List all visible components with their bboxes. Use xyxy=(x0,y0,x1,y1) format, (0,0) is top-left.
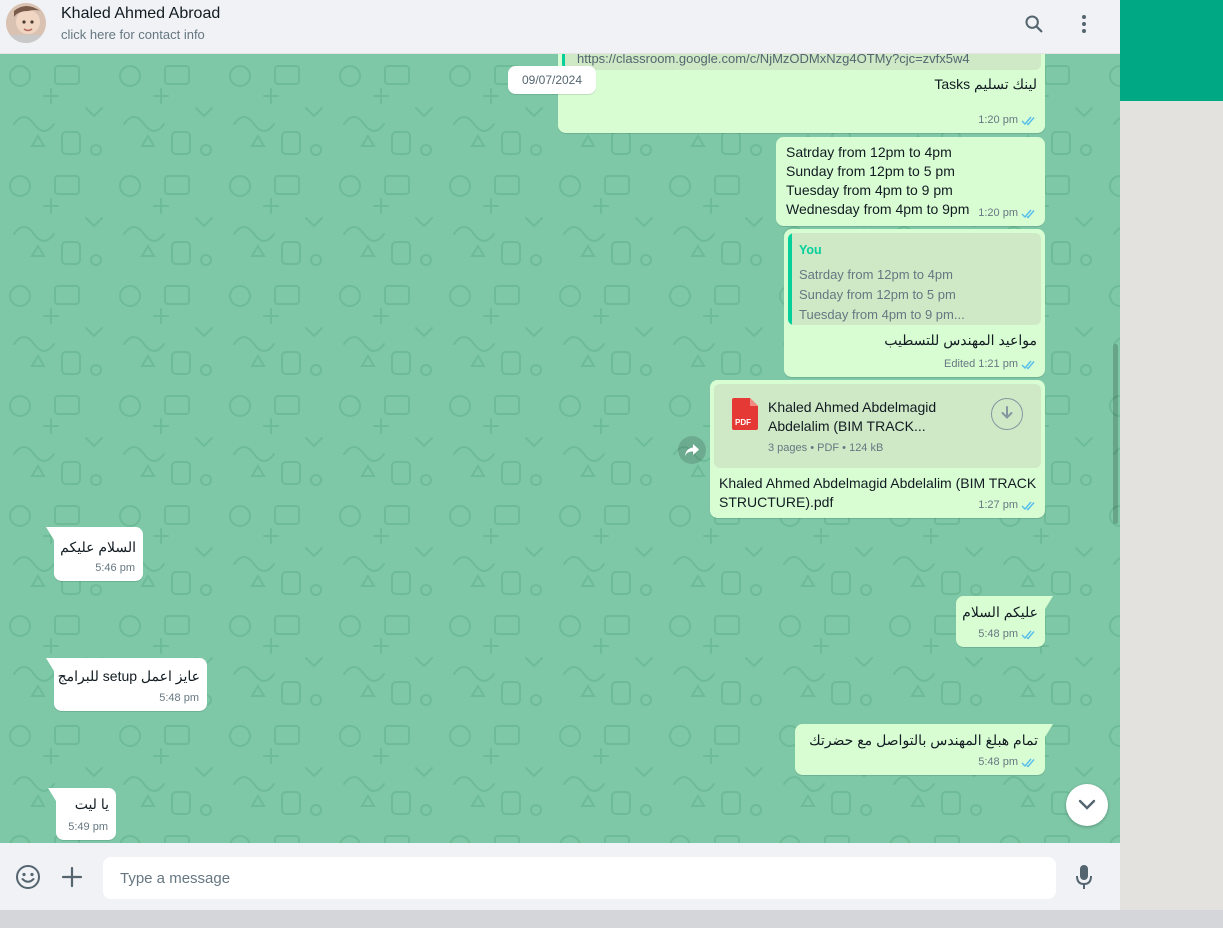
quote-line: Satrday from 12pm to 4pm xyxy=(799,267,953,282)
message-time: 5:46 pm xyxy=(95,562,135,574)
message-input[interactable] xyxy=(103,857,1056,899)
scrollbar-thumb[interactable] xyxy=(1113,344,1118,524)
read-ticks-icon xyxy=(1021,758,1035,768)
date-chip: 09/07/2024 xyxy=(508,66,596,94)
quote-bar xyxy=(788,233,792,325)
document-title: Khaled Ahmed Abdelmagid Abdelalim (BIM T… xyxy=(768,398,978,436)
message-time: 1:21 pm xyxy=(978,358,1018,370)
edited-label: Edited xyxy=(944,358,976,370)
message-meta: 5:48 pm xyxy=(978,753,1037,772)
message-text: السلام عليكم xyxy=(60,539,136,555)
message-bubble-outgoing[interactable]: You Satrday from 12pm to 4pm Sunday from… xyxy=(784,229,1045,377)
message-link[interactable]: https://classroom.google.com/c/NjMzODMxN… xyxy=(577,54,970,68)
message-line: Wednesday from 4pm to 9pm xyxy=(786,201,970,217)
scroll-down-button[interactable] xyxy=(1066,784,1108,826)
pdf-label: PDF xyxy=(735,418,751,427)
message-line: Sunday from 12pm to 5 pm xyxy=(786,163,955,179)
message-time: 1:20 pm xyxy=(978,114,1018,126)
search-icon[interactable] xyxy=(1021,11,1047,37)
message-bubble-outgoing[interactable]: Satrday from 12pm to 4pm Sunday from 12p… xyxy=(776,137,1045,226)
bubble-tail xyxy=(1045,724,1053,737)
document-card[interactable]: PDF Khaled Ahmed Abdelmagid Abdelalim (B… xyxy=(714,384,1041,468)
chat-header[interactable]: Khaled Ahmed Abroad click here for conta… xyxy=(0,0,1120,54)
message-text: لينك تسليم Tasks xyxy=(934,76,1037,92)
plus-icon[interactable] xyxy=(58,863,86,891)
document-info: 3 pages • PDF • 124 kB xyxy=(768,442,884,454)
accent-banner xyxy=(1120,0,1223,101)
read-ticks-icon xyxy=(1021,630,1035,640)
message-bubble-incoming[interactable]: عايز اعمل setup للبرامج 5:48 pm xyxy=(46,658,207,711)
contact-info-link[interactable]: click here for contact info xyxy=(61,27,205,42)
message-text: يا ليت xyxy=(74,796,109,812)
message-bubble-incoming[interactable]: يا ليت 5:49 pm xyxy=(48,788,116,840)
message-text: عايز اعمل setup للبرامج xyxy=(57,668,200,684)
menu-icon[interactable] xyxy=(1071,11,1097,37)
message-bubble-outgoing[interactable]: عليكم السلام 5:48 pm xyxy=(956,596,1053,647)
message-time: 5:49 pm xyxy=(68,821,108,833)
message-text: Satrday from 12pm to 4pm Sunday from 12p… xyxy=(786,143,969,219)
message-meta: 5:48 pm xyxy=(159,689,199,708)
message-line: Tuesday from 4pm to 9 pm xyxy=(786,182,953,198)
message-meta: 5:46 pm xyxy=(95,559,135,578)
read-ticks-icon xyxy=(1021,360,1035,370)
message-bubble-incoming[interactable]: السلام عليكم 5:46 pm xyxy=(46,527,143,581)
document-title-line: Abdelalim (BIM TRACK... xyxy=(768,418,926,434)
message-meta: 5:49 pm xyxy=(68,818,108,837)
composer-bar xyxy=(0,843,1120,910)
emoji-icon[interactable] xyxy=(14,863,42,891)
quote-line: Tuesday from 4pm to 9 pm... xyxy=(799,307,965,322)
message-time: 5:48 pm xyxy=(159,692,199,704)
download-icon[interactable] xyxy=(991,398,1023,430)
bubble-tail xyxy=(46,527,54,540)
contact-name[interactable]: Khaled Ahmed Abroad xyxy=(61,5,220,23)
message-meta: Edited 1:21 pm xyxy=(944,355,1037,374)
bubble-tail xyxy=(46,658,54,671)
quoted-message[interactable]: You Satrday from 12pm to 4pm Sunday from… xyxy=(788,233,1041,325)
message-time: 1:20 pm xyxy=(978,207,1018,219)
message-bubble-outgoing[interactable]: تمام هبلغ المهندس بالتواصل مع حضرتك 5:48… xyxy=(795,724,1053,775)
link-preview[interactable]: https://classroom.google.com/c/NjMzODMxN… xyxy=(562,54,1041,70)
message-meta: 1:27 pm xyxy=(978,496,1037,515)
read-ticks-icon xyxy=(1021,501,1035,511)
bubble-tail xyxy=(1045,596,1053,609)
message-bubble-outgoing[interactable]: PDF Khaled Ahmed Abdelmagid Abdelalim (B… xyxy=(710,380,1045,518)
message-time: 1:27 pm xyxy=(978,499,1018,511)
quote-line: Sunday from 12pm to 5 pm xyxy=(799,287,956,302)
message-text: عليكم السلام xyxy=(962,604,1038,620)
read-ticks-icon xyxy=(1021,209,1035,219)
microphone-icon[interactable] xyxy=(1070,863,1098,891)
message-bubble-outgoing[interactable]: https://classroom.google.com/c/NjMzODMxN… xyxy=(558,54,1045,133)
bubble-tail xyxy=(48,788,56,801)
message-time: 5:48 pm xyxy=(978,628,1018,640)
message-text: تمام هبلغ المهندس بالتواصل مع حضرتك xyxy=(809,732,1038,748)
message-meta: 1:20 pm xyxy=(978,204,1037,223)
avatar[interactable] xyxy=(6,3,46,43)
side-panel-background xyxy=(1120,0,1223,928)
read-ticks-icon xyxy=(1021,116,1035,126)
message-line: Satrday from 12pm to 4pm xyxy=(786,144,952,160)
chevron-down-icon xyxy=(1078,799,1096,810)
chat-panel[interactable]: https://classroom.google.com/c/NjMzODMxN… xyxy=(0,54,1120,843)
whatsapp-window: Khaled Ahmed Abroad click here for conta… xyxy=(0,0,1120,910)
forward-icon[interactable] xyxy=(678,436,706,464)
message-meta: 5:48 pm xyxy=(978,625,1037,644)
window-bottom-edge xyxy=(0,910,1223,928)
message-text: مواعيد المهندس للتسطيب xyxy=(884,332,1037,348)
document-title-line: Khaled Ahmed Abdelmagid xyxy=(768,399,937,415)
message-meta: 1:20 pm xyxy=(978,111,1037,130)
quote-author: You xyxy=(799,243,822,257)
message-time: 5:48 pm xyxy=(978,756,1018,768)
scrollbar[interactable] xyxy=(1111,54,1120,843)
caption-line: Khaled Ahmed Abdelmagid Abdelalim (BIM T… xyxy=(719,475,1037,491)
